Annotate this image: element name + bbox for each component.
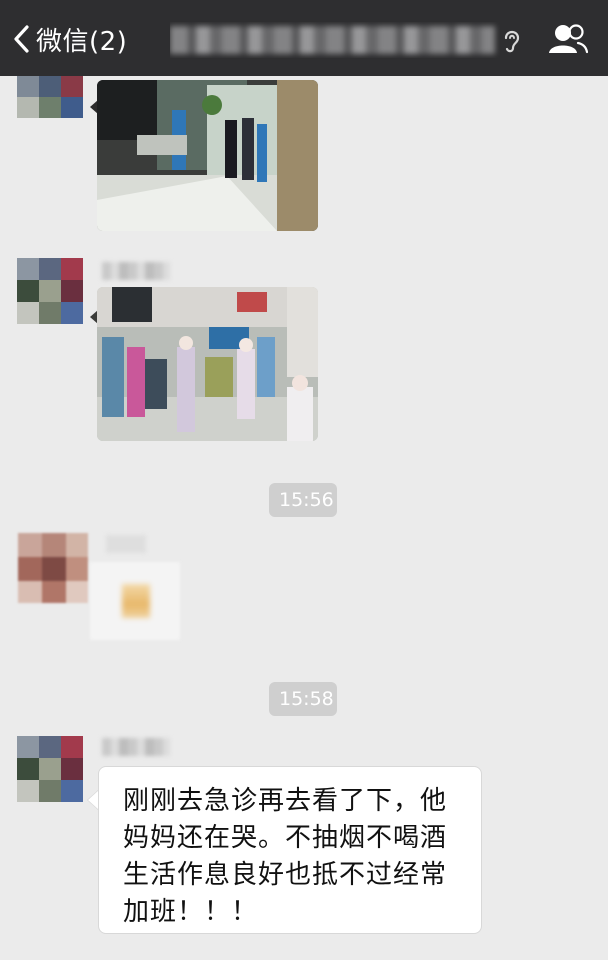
timestamp: 15:58 [269,682,337,716]
back-label: 微信(2) [36,26,128,57]
image-message[interactable] [97,80,318,231]
avatar[interactable] [17,258,83,324]
sender-name-blurred [102,262,170,280]
sticker-message[interactable] [90,562,180,640]
text-message-bubble[interactable]: 刚刚去急诊再去看了下，他 妈妈还在哭。不抽烟不喝酒 生活作息良好也抵不过经常 加… [98,766,482,934]
sender-name-blurred [106,535,146,553]
timestamp: 15:56 [269,483,337,517]
image-message[interactable] [97,287,318,441]
avatar[interactable] [17,736,83,802]
message-text-line: 加班！！！ [123,897,259,927]
back-chevron-icon [14,25,29,53]
blurred-title-mosaic [170,26,495,54]
sticker-image [122,584,150,618]
group-members-icon[interactable] [548,22,588,56]
chat-title [170,22,500,58]
ear-icon [504,30,520,53]
emergency-room-photo [97,287,318,441]
top-navigation-bar: 微信(2) [0,0,608,76]
message-text-line: 刚刚去急诊再去看了下，他 [123,786,448,816]
back-button[interactable]: 微信(2) [12,20,127,58]
message-text-line: 妈妈还在哭。不抽烟不喝酒 [123,823,448,853]
hospital-corridor-photo [97,80,318,231]
avatar[interactable] [17,76,83,118]
avatar[interactable] [18,533,88,603]
sender-name-blurred [102,738,170,756]
message-text-line: 生活作息良好也抵不过经常 [123,860,448,890]
